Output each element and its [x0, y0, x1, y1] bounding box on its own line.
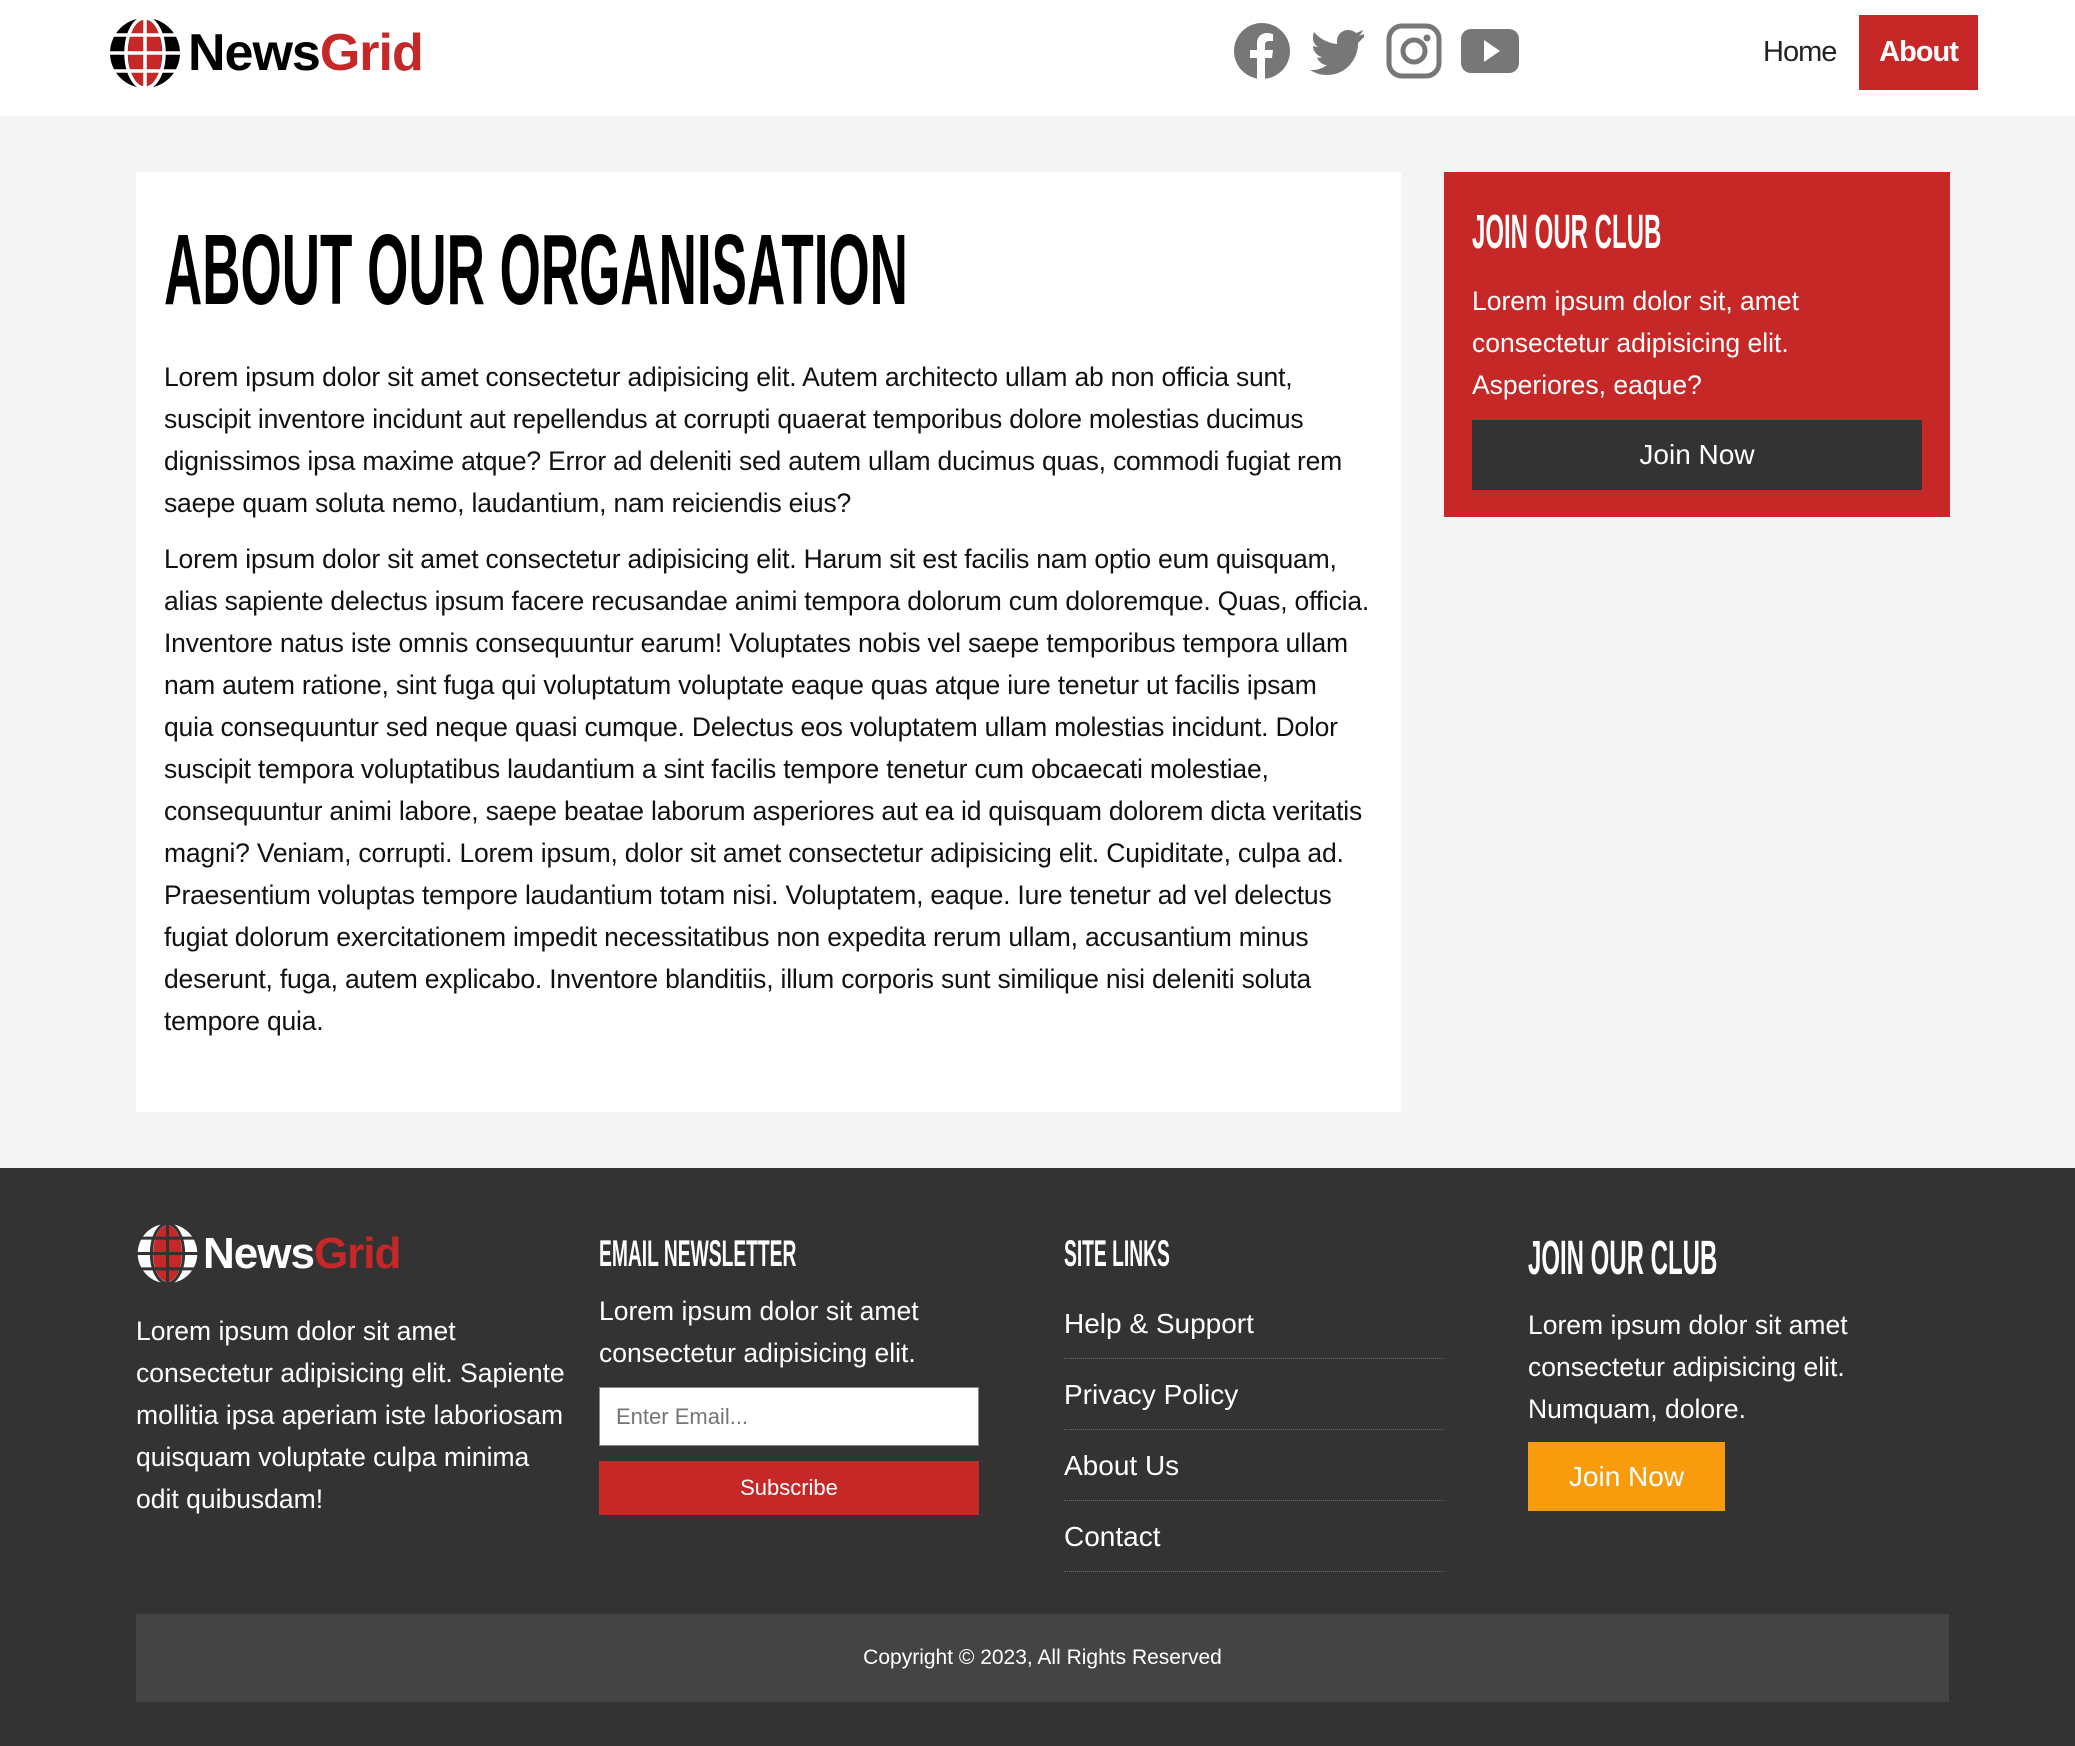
- footer-club-text: Lorem ipsum dolor sit amet consectetur a…: [1528, 1310, 1848, 1424]
- logo[interactable]: NewsGrid: [108, 16, 424, 90]
- logo-news: News: [188, 24, 321, 82]
- join-club-sidebar: JOIN OUR CLUB Lorem ipsum dolor sit, ame…: [1444, 172, 1950, 517]
- article-paragraph: Lorem ipsum dolor sit amet consectetur a…: [164, 544, 1370, 1036]
- logo-text: NewsGrid: [188, 23, 424, 83]
- sidebar-title: JOIN OUR CLUB: [1472, 206, 1662, 259]
- twitter-icon[interactable]: [1309, 22, 1367, 80]
- logo-text: NewsGrid: [203, 1228, 401, 1279]
- footer-logo[interactable]: NewsGrid: [136, 1222, 401, 1285]
- footer-link-help-support[interactable]: Help & Support: [1064, 1288, 1444, 1359]
- newsletter-title: EMAIL NEWSLETTER: [599, 1233, 797, 1274]
- newsletter-text: Lorem ipsum dolor sit amet consectetur a…: [599, 1296, 919, 1368]
- globe-icon: [136, 1222, 199, 1285]
- footer-about-text: Lorem ipsum dolor sit amet consectetur a…: [136, 1316, 565, 1514]
- sidebar-text: Lorem ipsum dolor sit, amet consectetur …: [1472, 286, 1799, 400]
- youtube-icon[interactable]: [1461, 22, 1519, 80]
- logo-grid: Grid: [319, 24, 424, 82]
- footer-link-privacy-policy[interactable]: Privacy Policy: [1064, 1359, 1444, 1430]
- nav-home[interactable]: Home: [1747, 15, 1852, 90]
- footer-join-now-button[interactable]: Join Now: [1528, 1442, 1725, 1511]
- article-paragraph: Lorem ipsum dolor sit amet consectetur a…: [164, 362, 1343, 518]
- subscribe-button[interactable]: Subscribe: [599, 1461, 979, 1515]
- footer-link-contact[interactable]: Contact: [1064, 1501, 1444, 1572]
- email-input[interactable]: [599, 1387, 979, 1446]
- join-now-button[interactable]: Join Now: [1472, 420, 1922, 490]
- logo-news: News: [203, 1228, 315, 1278]
- site-header: NewsGrid Home About: [0, 0, 2075, 116]
- footer-club-title: JOIN OUR CLUB: [1528, 1232, 1718, 1285]
- site-links-title: SITE LINKS: [1064, 1233, 1170, 1274]
- page-title: ABOUT OUR ORGANISATION: [164, 214, 908, 326]
- site-footer: NewsGrid Lorem ipsum dolor sit amet cons…: [0, 1168, 2075, 1746]
- instagram-icon[interactable]: [1385, 22, 1443, 80]
- nav-about[interactable]: About: [1859, 15, 1978, 90]
- social-links: [1233, 22, 1519, 80]
- globe-icon: [108, 16, 182, 90]
- copyright: Copyright © 2023, All Rights Reserved: [136, 1614, 1949, 1702]
- facebook-icon[interactable]: [1233, 22, 1291, 80]
- site-links-list: Help & Support Privacy Policy About Us C…: [1064, 1288, 1444, 1572]
- logo-grid: Grid: [313, 1228, 401, 1278]
- about-article: ABOUT OUR ORGANISATION Lorem ipsum dolor…: [136, 172, 1401, 1112]
- footer-link-about-us[interactable]: About Us: [1064, 1430, 1444, 1501]
